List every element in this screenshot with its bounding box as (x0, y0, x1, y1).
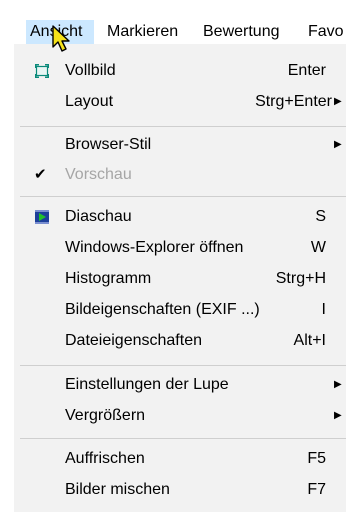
menu-item-label: Auffrischen (65, 450, 145, 467)
menu-item-label: Windows-Explorer öffnen (65, 239, 244, 256)
menu-item-vollbild[interactable]: Vollbild Enter (14, 56, 346, 86)
submenu-arrow-icon: ▶ (334, 139, 342, 150)
menu-item-shortcut: Enter (287, 62, 326, 79)
menu-item-shortcut: S (315, 208, 326, 225)
menu-item-vorschau[interactable]: ✔ Vorschau (14, 160, 346, 190)
menu-item-shortcut: Strg+Enter (255, 93, 332, 110)
submenu-arrow-icon: ▶ (334, 379, 342, 390)
menu-item-histogramm[interactable]: Histogramm Strg+H (14, 264, 346, 294)
menu-separator (20, 196, 346, 197)
menu-item-shortcut: W (310, 239, 326, 256)
menu-markieren[interactable]: Markieren (103, 20, 182, 44)
menu-item-shortcut: Strg+H (275, 270, 326, 287)
menu-item-label: Einstellungen der Lupe (65, 376, 229, 393)
checkmark-icon: ✔ (34, 166, 47, 183)
menu-bewertung[interactable]: Bewertung (199, 20, 284, 44)
mouse-cursor-icon (52, 25, 70, 52)
menu-item-dateieigenschaften[interactable]: Dateieigenschaften Alt+I (14, 326, 346, 356)
menu-item-auffrischen[interactable]: Auffrischen F5 (14, 444, 346, 474)
menu-item-label: Bilder mischen (65, 481, 170, 498)
menu-item-shortcut: Alt+I (293, 332, 326, 349)
fullscreen-icon (35, 64, 49, 78)
menu-separator (20, 438, 346, 439)
menu-item-label: Browser-Stil (65, 136, 152, 153)
menu-item-label: Bildeigenschaften (EXIF ...) (65, 301, 260, 318)
menu-item-label: Vergrößern (65, 407, 146, 424)
menu-item-diaschau[interactable]: Diaschau S (14, 202, 346, 232)
menu-item-shortcut: F5 (307, 450, 326, 467)
ansicht-dropdown-menu: Vollbild Enter Layout Strg+Enter ▶ Brows… (14, 44, 346, 512)
slideshow-icon (35, 210, 49, 224)
menu-item-bilder-mischen[interactable]: Bilder mischen F7 (14, 475, 346, 505)
menu-item-einstellungen-lupe[interactable]: Einstellungen der Lupe ▶ (14, 370, 346, 400)
menu-item-vergroessern[interactable]: Vergrößern ▶ (14, 401, 346, 431)
menu-item-browser-stil[interactable]: Browser-Stil ▶ (14, 130, 346, 160)
menu-item-label: Vollbild (65, 62, 116, 79)
menu-item-label: Dateieigenschaften (65, 332, 202, 349)
submenu-arrow-icon: ▶ (334, 410, 342, 421)
menu-item-label: Layout (65, 93, 114, 110)
menu-favoriten[interactable]: Favo (304, 20, 346, 44)
menu-item-shortcut: F7 (307, 481, 326, 498)
menu-item-label: Diaschau (65, 208, 132, 225)
menu-item-layout[interactable]: Layout Strg+Enter ▶ (14, 87, 346, 117)
menu-item-windows-explorer[interactable]: Windows-Explorer öffnen W (14, 233, 346, 263)
submenu-arrow-icon: ▶ (334, 96, 342, 107)
menu-item-label: Vorschau (65, 166, 132, 183)
menu-separator (20, 365, 346, 366)
menu-separator (20, 126, 346, 127)
menu-item-bildeigenschaften[interactable]: Bildeigenschaften (EXIF ...) I (14, 295, 346, 325)
menu-item-shortcut: I (321, 301, 326, 318)
menu-item-label: Histogramm (65, 270, 152, 287)
